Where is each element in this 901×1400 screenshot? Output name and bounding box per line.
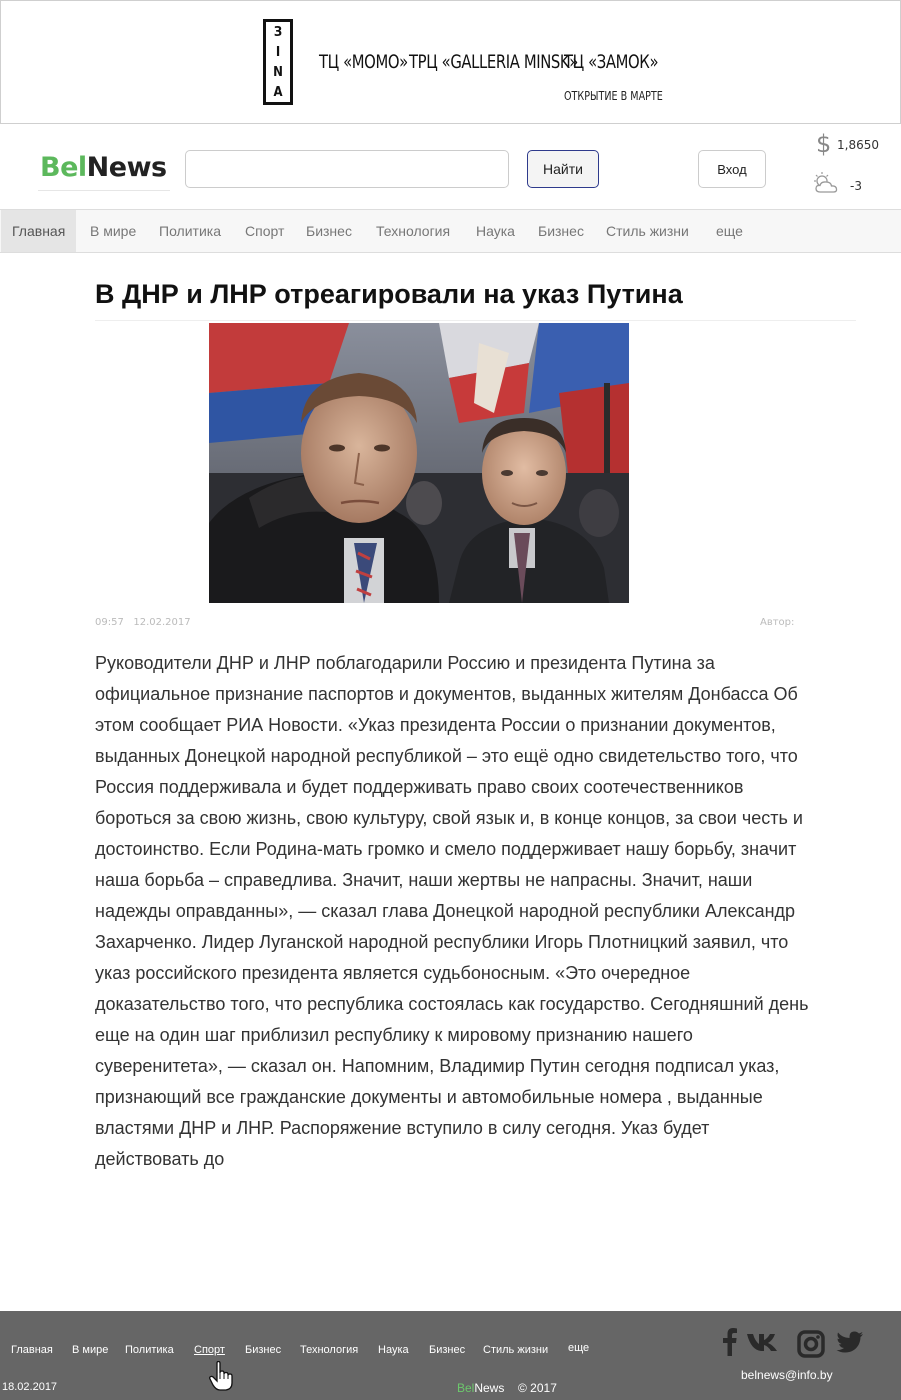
nav-item-world[interactable]: В мире [90, 210, 136, 252]
twitter-icon[interactable] [836, 1331, 864, 1359]
currency-rate: 1,8650 [837, 138, 879, 152]
nav-item-more[interactable]: еще [716, 210, 743, 252]
main-nav: Главная В мире Политика Спорт Бизнес Тех… [0, 209, 901, 253]
nav-item-sport[interactable]: Спорт [245, 210, 284, 252]
footer-nav-lifestyle[interactable]: Стиль жизни [483, 1344, 548, 1356]
article-photo [209, 323, 629, 603]
banner-item-momo: ТЦ «MOMO» [319, 51, 408, 73]
nav-item-business-2[interactable]: Бизнес [538, 210, 584, 252]
nav-item-science[interactable]: Наука [476, 210, 515, 252]
search-input[interactable] [185, 150, 509, 188]
nav-item-politics[interactable]: Политика [159, 210, 221, 252]
footer-nav-politics[interactable]: Политика [125, 1344, 174, 1356]
logo-dark-part: News [86, 152, 167, 183]
article-date: 12.02.2017 [133, 617, 191, 628]
article-datetime: 09:57 12.02.2017 [95, 617, 191, 628]
partly-cloudy-icon [812, 172, 842, 198]
login-button[interactable]: Вход [698, 150, 766, 188]
dollar-icon: $ [816, 130, 832, 158]
footer-date: 18.02.2017 [2, 1381, 58, 1393]
nav-item-home[interactable]: Главная [1, 210, 77, 252]
footer-nav-more[interactable]: еще [568, 1342, 589, 1354]
banner-item-zamok: ТЦ «ЗАМОК» [564, 51, 659, 73]
hand-cursor-icon [208, 1360, 236, 1395]
footer-logo[interactable]: BelNews [457, 1381, 504, 1395]
footer: Главная В мире Политика Спорт Бизнес Тех… [0, 1311, 901, 1400]
footer-nav-business-2[interactable]: Бизнес [429, 1344, 465, 1356]
instagram-icon[interactable] [797, 1330, 825, 1362]
footer-nav-home[interactable]: Главная [11, 1344, 53, 1356]
footer-logo-dark: News [474, 1381, 505, 1395]
logo-underline [38, 190, 170, 191]
article-title: В ДНР и ЛНР отреагировали на указ Путина [95, 279, 683, 309]
search-button[interactable]: Найти [527, 150, 599, 188]
article-body: Руководители ДНР и ЛНР поблагодарили Рос… [95, 653, 809, 1169]
footer-nav-business[interactable]: Бизнес [245, 1344, 281, 1356]
article-time: 09:57 [95, 617, 124, 628]
footer-nav-technology[interactable]: Технология [300, 1344, 358, 1356]
footer-copyright: © 2017 [518, 1381, 557, 1395]
footer-nav-sport[interactable]: Спорт [194, 1344, 225, 1356]
zina-logo: ЗINA [263, 19, 293, 105]
logo-green-part: Bel [40, 152, 87, 183]
banner-subtitle: ОТКРЫТИЕ В МАРТЕ [564, 89, 663, 103]
banner-item-galleria: ТРЦ «GALLERIA MINSK» [409, 51, 578, 73]
ad-banner[interactable]: ЗINA ТЦ «MOMO» ТРЦ «GALLERIA MINSK» ТЦ «… [0, 0, 901, 124]
vk-icon[interactable] [746, 1332, 782, 1356]
nav-item-business[interactable]: Бизнес [306, 210, 352, 252]
footer-email[interactable]: belnews@info.by [741, 1368, 833, 1382]
site-logo[interactable]: BelNews [40, 152, 167, 183]
title-divider [95, 320, 856, 321]
nav-item-lifestyle[interactable]: Стиль жизни [606, 210, 689, 252]
temperature: -3 [850, 179, 862, 193]
footer-nav-science[interactable]: Наука [378, 1344, 409, 1356]
footer-nav-world[interactable]: В мире [72, 1344, 108, 1356]
footer-logo-green: Bel [457, 1381, 475, 1395]
article-author-label: Автор: [760, 617, 795, 628]
nav-item-technology[interactable]: Технология [376, 210, 450, 252]
facebook-icon[interactable] [722, 1328, 738, 1360]
